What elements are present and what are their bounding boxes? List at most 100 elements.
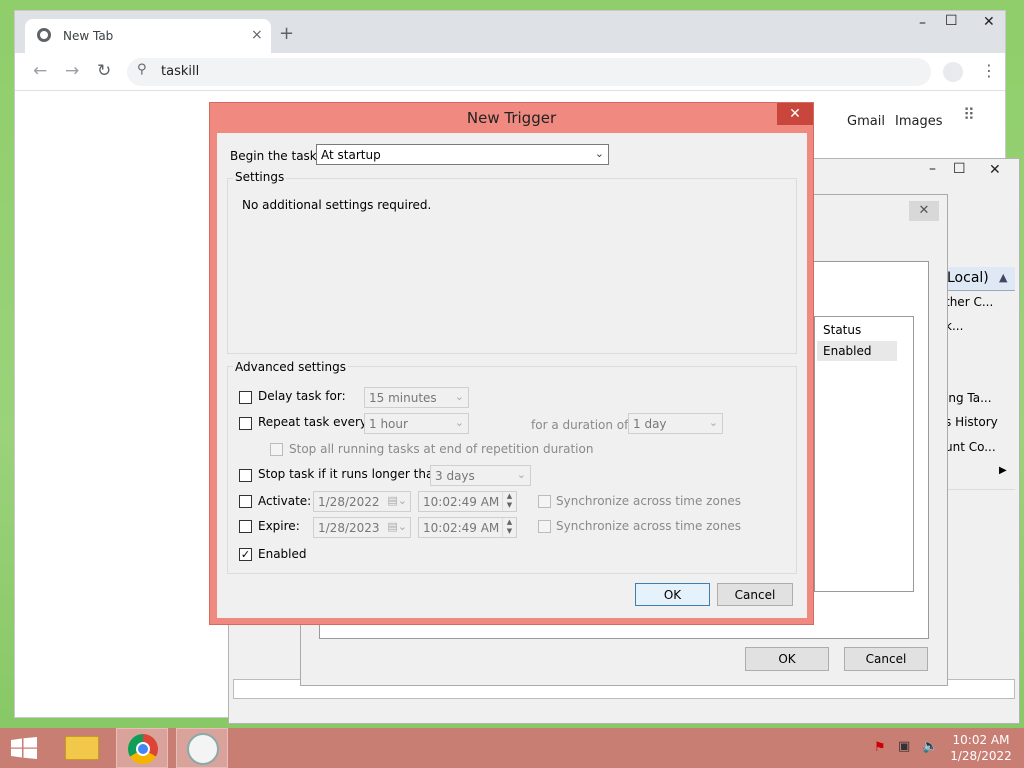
actions-panel-header: Local) ▲ xyxy=(945,267,1015,291)
bg-ok-button[interactable]: OK xyxy=(745,647,829,671)
windows-logo-icon xyxy=(11,737,37,759)
ok-button[interactable]: OK xyxy=(635,583,710,606)
bg-maximize-button[interactable]: ☐ xyxy=(953,161,966,177)
action-center-flag-icon[interactable]: ⚑ xyxy=(874,740,886,755)
chevron-down-icon: ⌄ xyxy=(516,468,526,481)
action-item[interactable]: ing Ta... xyxy=(945,391,992,405)
duration-value: 1 day xyxy=(633,417,667,431)
activate-time-value: 10:02:49 AM xyxy=(423,495,500,509)
taskbar-file-explorer[interactable] xyxy=(56,728,108,768)
enabled-checkbox[interactable]: ✓ xyxy=(239,548,252,561)
activate-date-value: 1/28/2022 xyxy=(318,495,380,509)
bg-cancel-button[interactable]: Cancel xyxy=(844,647,928,671)
activate-checkbox[interactable] xyxy=(239,495,252,508)
minimize-button[interactable]: – xyxy=(919,15,926,31)
forward-icon[interactable]: → xyxy=(65,61,79,81)
tab-title: New Tab xyxy=(63,29,114,43)
repeat-task-select[interactable]: 1 hour ⌄ xyxy=(364,413,469,434)
dialog-title: New Trigger xyxy=(466,109,557,127)
actions-title: Local) xyxy=(947,270,989,286)
action-item[interactable]: unt Co... xyxy=(945,440,996,454)
taskbar: ⚑ ▣ 🔈 10:02 AM 1/28/2022 xyxy=(0,728,1024,768)
settings-message: No additional settings required. xyxy=(242,198,432,212)
status-cell: Enabled xyxy=(823,344,872,358)
collapse-up-icon[interactable]: ▲ xyxy=(999,271,1007,284)
images-link[interactable]: Images xyxy=(895,114,943,129)
stop-longer-select[interactable]: 3 days ⌄ xyxy=(430,465,531,486)
status-row[interactable]: Enabled xyxy=(817,341,897,361)
chevron-down-icon: ⌄ xyxy=(454,416,464,429)
duration-select[interactable]: 1 day ⌄ xyxy=(628,413,723,434)
activate-label: Activate: xyxy=(258,494,312,508)
begin-task-label: Begin the task: xyxy=(230,149,321,163)
chrome-tab[interactable]: New Tab × xyxy=(25,19,271,53)
activate-date-picker[interactable]: 1/28/2022 ▤⌄ xyxy=(313,491,411,512)
bg-dialog-close-button[interactable]: ✕ xyxy=(909,201,939,221)
repeat-task-checkbox[interactable] xyxy=(239,417,252,430)
apps-grid-icon[interactable]: ⠿ xyxy=(963,107,975,123)
chevron-down-icon: ⌄ xyxy=(708,416,718,429)
advanced-settings-title: Advanced settings xyxy=(233,360,348,374)
menu-kebab-icon[interactable]: ⋮ xyxy=(981,61,997,80)
expire-time-value: 10:02:49 AM xyxy=(423,521,500,535)
repeat-task-value: 1 hour xyxy=(369,417,408,431)
expire-sync-checkbox[interactable] xyxy=(538,520,551,533)
submenu-arrow-icon[interactable]: ▶ xyxy=(999,465,1007,476)
reload-icon[interactable]: ↻ xyxy=(97,61,111,81)
delay-task-checkbox[interactable] xyxy=(239,391,252,404)
activate-sync-label: Synchronize across time zones xyxy=(556,494,742,508)
close-button[interactable]: ✕ xyxy=(983,14,995,30)
spinner-icon[interactable]: ▲ ▼ xyxy=(502,518,516,537)
chrome-favicon-icon xyxy=(37,28,51,42)
address-text: taskill xyxy=(161,64,200,79)
maximize-button[interactable]: ☐ xyxy=(945,13,958,29)
bg-close-button[interactable]: ✕ xyxy=(989,162,1001,178)
speaker-muted-icon[interactable]: 🔈 xyxy=(922,739,938,754)
new-trigger-dialog: New Trigger ✕ Begin the task: At startup… xyxy=(209,102,814,625)
expire-checkbox[interactable] xyxy=(239,520,252,533)
new-tab-button[interactable]: + xyxy=(279,25,294,43)
clock-icon xyxy=(187,733,219,765)
bg-minimize-button[interactable]: – xyxy=(929,161,936,177)
stop-running-checkbox[interactable] xyxy=(270,443,283,456)
system-clock[interactable]: 10:02 AM 1/28/2022 xyxy=(946,732,1016,764)
expire-date-value: 1/28/2023 xyxy=(318,521,380,535)
taskbar-chrome[interactable] xyxy=(116,728,168,768)
expire-sync-label: Synchronize across time zones xyxy=(556,519,742,533)
tab-close-icon[interactable]: × xyxy=(251,27,263,43)
back-icon[interactable]: ← xyxy=(33,61,47,81)
dialog-body: Begin the task: At startup ⌄ Settings No… xyxy=(217,133,807,618)
clock-time: 10:02 AM xyxy=(952,733,1010,747)
settings-group-title: Settings xyxy=(233,170,287,184)
stop-longer-checkbox[interactable] xyxy=(239,469,252,482)
cancel-button[interactable]: Cancel xyxy=(717,583,793,606)
chevron-down-icon: ⌄ xyxy=(454,390,464,403)
begin-task-value: At startup xyxy=(321,148,381,162)
calendar-icon: ▤⌄ xyxy=(387,494,407,507)
address-bar[interactable]: ⚲ taskill xyxy=(127,58,931,86)
activate-sync-checkbox[interactable] xyxy=(538,495,551,508)
chevron-down-icon: ⌄ xyxy=(594,147,604,160)
expire-time-picker[interactable]: 10:02:49 AM ▲ ▼ xyxy=(418,517,517,538)
network-icon[interactable]: ▣ xyxy=(898,739,910,754)
chrome-tab-bar: New Tab × + – ☐ ✕ xyxy=(15,11,1005,53)
gmail-link[interactable]: Gmail xyxy=(847,114,885,129)
expire-date-picker[interactable]: 1/28/2023 ▤⌄ xyxy=(313,517,411,538)
profile-avatar-icon[interactable] xyxy=(943,62,963,82)
stop-running-label: Stop all running tasks at end of repetit… xyxy=(289,442,594,456)
chrome-toolbar: ← → ↻ ⚲ taskill ⋮ xyxy=(15,53,1005,91)
start-button[interactable] xyxy=(0,728,48,768)
delay-task-value: 15 minutes xyxy=(369,391,437,405)
begin-task-select[interactable]: At startup ⌄ xyxy=(316,144,609,165)
stop-longer-label: Stop task if it runs longer than: xyxy=(258,467,445,481)
spinner-icon[interactable]: ▲ ▼ xyxy=(502,492,516,511)
dialog-close-button[interactable]: ✕ xyxy=(777,103,813,125)
delay-task-select[interactable]: 15 minutes ⌄ xyxy=(364,387,469,408)
activate-time-picker[interactable]: 10:02:49 AM ▲ ▼ xyxy=(418,491,517,512)
taskbar-task-scheduler[interactable] xyxy=(176,728,228,768)
bg-divider xyxy=(945,489,1015,490)
duration-label: for a duration of: xyxy=(531,418,632,432)
expire-label: Expire: xyxy=(258,519,300,533)
action-item[interactable]: s History xyxy=(945,415,998,429)
action-item[interactable]: ther C... xyxy=(945,295,993,309)
